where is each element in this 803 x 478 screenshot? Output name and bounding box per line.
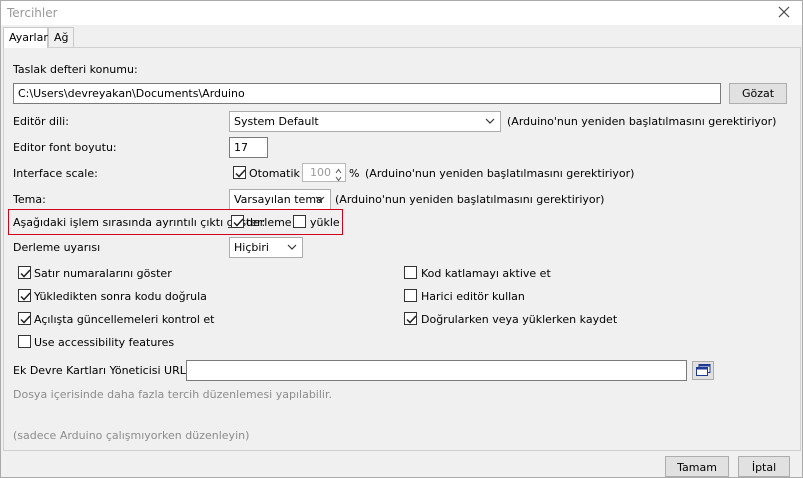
cancel-button[interactable]: İptal bbox=[738, 456, 790, 477]
line-numbers-label: Satır numaralarını göster bbox=[34, 267, 172, 280]
chevron-down-icon bbox=[314, 193, 326, 205]
more-prefs-note: Dosya içerisinde daha fazla tercih düzen… bbox=[13, 388, 332, 401]
browse-button[interactable]: Gözat bbox=[729, 83, 787, 104]
window-icon bbox=[696, 364, 711, 380]
scale-unit: % bbox=[349, 167, 360, 180]
code-folding-checkbox[interactable] bbox=[404, 266, 417, 279]
verify-after-upload-checkbox[interactable] bbox=[18, 289, 31, 302]
accessibility-label: Use accessibility features bbox=[34, 336, 175, 349]
check-icon bbox=[20, 315, 31, 324]
cancel-button-label: İptal bbox=[751, 461, 777, 474]
scale-spinner[interactable]: 100 bbox=[302, 163, 346, 182]
boards-url-edit-button[interactable] bbox=[692, 361, 714, 380]
ok-button[interactable]: Tamam bbox=[665, 456, 729, 477]
boards-url-label: Ek Devre Kartları Yöneticisi URL'leri: bbox=[13, 364, 211, 377]
boards-url-input[interactable] bbox=[186, 360, 687, 381]
line-numbers-checkbox[interactable] bbox=[18, 266, 31, 279]
compiler-warnings-value: Hiçbiri bbox=[234, 241, 269, 254]
title-bar: Tercihler bbox=[1, 1, 802, 25]
preferences-window: Tercihler Ayarlar Ağ Taslak defteri konu… bbox=[0, 0, 803, 478]
verbose-compile-checkbox[interactable] bbox=[231, 215, 244, 228]
verbose-upload-checkbox[interactable] bbox=[293, 215, 306, 228]
compiler-warnings-select[interactable]: Hiçbiri bbox=[229, 237, 303, 258]
interface-scale-note: (Arduino'nun yeniden başlatılmasını gere… bbox=[365, 167, 635, 180]
theme-label: Tema: bbox=[13, 193, 46, 206]
tab-network-label: Ağ bbox=[54, 31, 69, 44]
font-size-input[interactable]: 17 bbox=[229, 137, 268, 158]
compiler-warnings-label: Derleme uyarısı bbox=[13, 241, 101, 254]
interface-scale-label: Interface scale: bbox=[13, 167, 98, 180]
tab-settings-label: Ayarlar bbox=[9, 31, 48, 44]
verbose-label: Aşağıdaki işlem sırasında ayrıntılı çıkt… bbox=[13, 216, 266, 229]
chevron-down-icon bbox=[286, 241, 298, 253]
window-title: Tercihler bbox=[7, 6, 58, 20]
check-icon bbox=[406, 315, 417, 324]
close-icon[interactable] bbox=[776, 4, 792, 20]
save-on-verify-label: Doğrularken veya yüklerken kaydet bbox=[421, 313, 618, 326]
auto-scale-checkbox[interactable] bbox=[233, 166, 246, 179]
verbose-compile-label: derleme bbox=[246, 216, 292, 229]
accessibility-checkbox[interactable] bbox=[18, 335, 31, 348]
browse-button-label: Gözat bbox=[741, 87, 775, 100]
editor-language-value: System Default bbox=[234, 115, 319, 128]
editor-language-label: Editör dili: bbox=[13, 115, 69, 128]
chevron-down-icon bbox=[484, 115, 496, 127]
check-icon bbox=[20, 292, 31, 301]
verbose-upload-label: yükle bbox=[310, 216, 340, 229]
external-editor-label: Harici editör kullan bbox=[421, 290, 525, 303]
font-size-label: Editor font boyutu: bbox=[13, 141, 117, 154]
font-size-value: 17 bbox=[234, 141, 248, 154]
edit-when-closed-note: (sadece Arduino çalışmıyorken düzenleyin… bbox=[13, 429, 250, 442]
save-on-verify-checkbox[interactable] bbox=[404, 312, 417, 325]
editor-language-note: (Arduino'nun yeniden başlatılmasını gere… bbox=[507, 115, 777, 128]
code-folding-label: Kod katlamayı aktive et bbox=[421, 267, 551, 280]
sketchbook-path-value: C:\Users\devreyakan\Documents\Arduino bbox=[18, 87, 245, 100]
verify-after-upload-label: Yükledikten sonra kodu doğrula bbox=[34, 290, 207, 303]
spinner-up-icon[interactable] bbox=[333, 165, 344, 174]
check-icon bbox=[233, 218, 244, 227]
scale-value: 100 bbox=[310, 166, 331, 179]
theme-note: (Arduino'nun yeniden başlatılmasını gere… bbox=[335, 193, 605, 206]
editor-language-select[interactable]: System Default bbox=[229, 111, 501, 132]
theme-value: Varsayılan tema bbox=[234, 193, 323, 206]
check-icon bbox=[20, 269, 31, 278]
check-icon bbox=[235, 169, 246, 178]
check-updates-checkbox[interactable] bbox=[18, 312, 31, 325]
tab-settings[interactable]: Ayarlar bbox=[3, 27, 48, 48]
check-updates-label: Açılışta güncellemeleri kontrol et bbox=[34, 313, 215, 326]
tab-network[interactable]: Ağ bbox=[48, 27, 74, 47]
sketchbook-path-input[interactable]: C:\Users\devreyakan\Documents\Arduino bbox=[13, 83, 721, 104]
external-editor-checkbox[interactable] bbox=[404, 289, 417, 302]
auto-scale-label: Otomatik bbox=[249, 167, 300, 180]
spinner-down-icon[interactable] bbox=[333, 173, 344, 182]
theme-select[interactable]: Varsayılan tema bbox=[229, 189, 331, 210]
ok-button-label: Tamam bbox=[677, 461, 717, 474]
sketchbook-label: Taslak defteri konumu: bbox=[13, 63, 138, 76]
